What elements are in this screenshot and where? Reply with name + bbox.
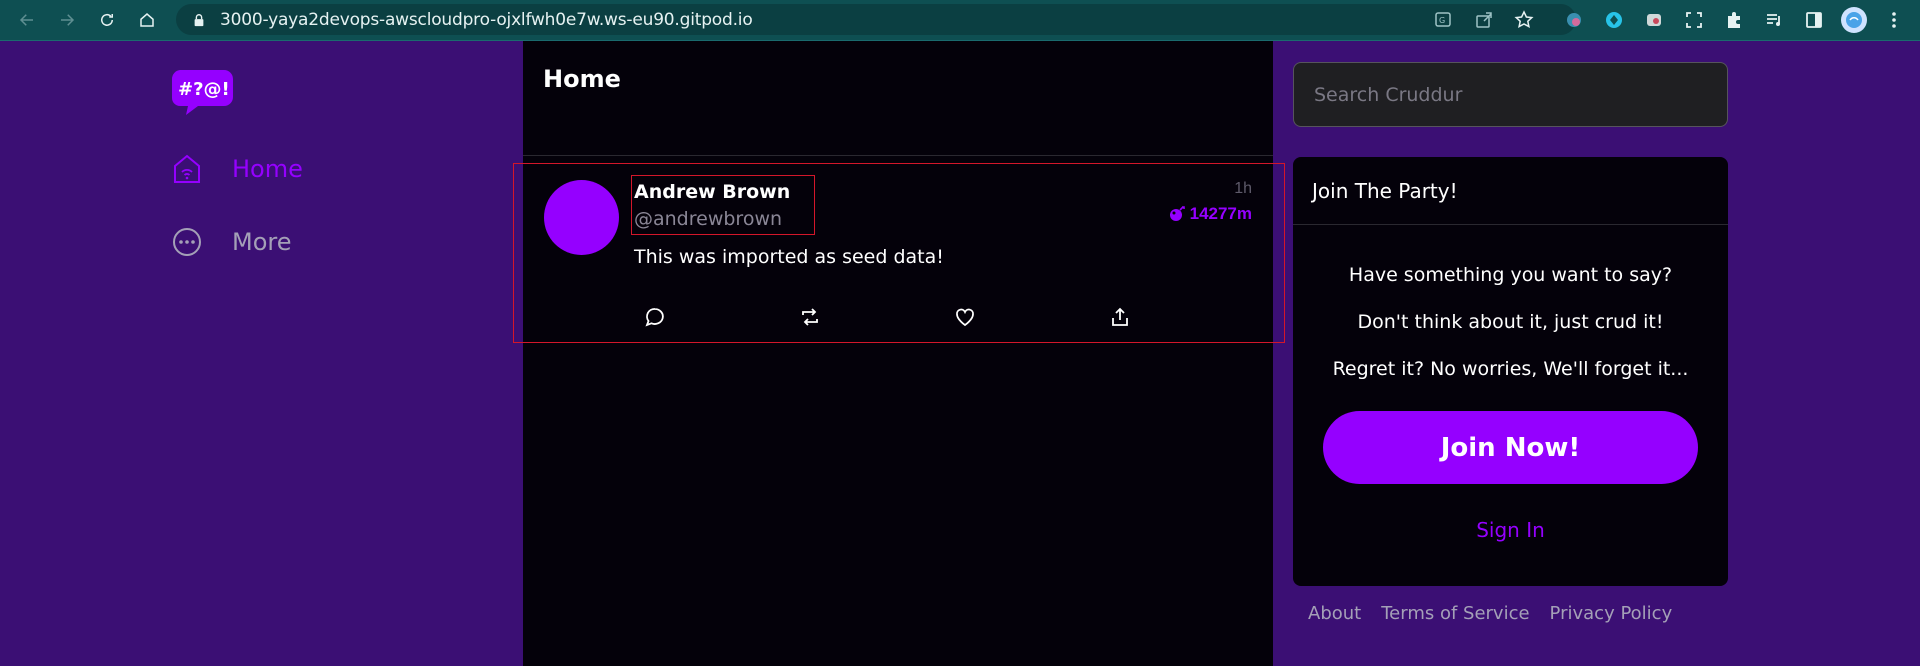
- footer-links: About Terms of Service Privacy Policy: [1308, 603, 1692, 624]
- created-time: 1h: [1234, 180, 1252, 197]
- page-title: Home: [543, 65, 621, 93]
- nav-item-more[interactable]: More: [170, 225, 292, 259]
- address-bar[interactable]: 3000-yaya2devops-awscloudpro-ojxlfwh0e7w…: [176, 4, 1576, 35]
- home-icon: [174, 154, 200, 183]
- footer-link-about[interactable]: About: [1308, 603, 1361, 624]
- browser-extensions: G: [1424, 0, 1920, 40]
- activity-identity[interactable]: Andrew Brown @andrewbrown: [631, 175, 815, 235]
- expires-badge: 14277m: [1168, 204, 1252, 224]
- activity-item[interactable]: Andrew Brown @andrewbrown 1h 14277m This…: [513, 163, 1285, 343]
- repost-icon: [802, 308, 818, 326]
- nav-item-home[interactable]: Home: [170, 152, 303, 186]
- display-name: Andrew Brown: [634, 181, 791, 203]
- bookmark-star-icon[interactable]: [1504, 0, 1544, 40]
- back-icon[interactable]: [7, 0, 47, 40]
- join-line: Have something you want to say?: [1348, 264, 1673, 286]
- extension-2-icon[interactable]: [1594, 0, 1634, 40]
- cruddur-logo[interactable]: #?@!: [172, 66, 234, 116]
- join-line: Regret it? No worries, We'll forget it..…: [1332, 358, 1689, 380]
- extensions-puzzle-icon[interactable]: [1714, 0, 1754, 40]
- url-text: 3000-yaya2devops-awscloudpro-ojxlfwh0e7w…: [220, 9, 753, 30]
- footer-link-privacy[interactable]: Privacy Policy: [1550, 603, 1673, 624]
- expires-text: 14277m: [1189, 204, 1252, 223]
- media-icon[interactable]: [1754, 0, 1794, 40]
- more-icon: [173, 228, 201, 256]
- join-party-box: Join The Party! Have something you want …: [1293, 157, 1728, 586]
- extension-3-icon[interactable]: [1634, 0, 1674, 40]
- footer-link-terms[interactable]: Terms of Service: [1381, 603, 1529, 624]
- forward-icon[interactable]: [47, 0, 87, 40]
- user-handle: @andrewbrown: [634, 208, 783, 230]
- bomb-icon: [1169, 206, 1185, 221]
- screenshot-icon[interactable]: [1674, 0, 1714, 40]
- lock-icon: [194, 13, 204, 26]
- like-icon: [956, 308, 974, 327]
- activity-actions: [644, 302, 1264, 332]
- repost-button[interactable]: [799, 302, 954, 332]
- reply-button[interactable]: [644, 302, 799, 332]
- home-feed: Home Andrew Brown @andrewbrown 1h 14277m…: [513, 41, 1285, 666]
- nav-home-label: Home: [232, 155, 303, 183]
- home-browser-icon[interactable]: [127, 0, 167, 40]
- side-panel-icon[interactable]: [1794, 0, 1834, 40]
- browser-menu-icon[interactable]: [1874, 0, 1914, 40]
- nav-more-label: More: [232, 228, 292, 256]
- extension-1-icon[interactable]: [1554, 0, 1594, 40]
- profile-avatar-icon[interactable]: [1834, 0, 1874, 40]
- logo-text: #?@!: [178, 79, 230, 100]
- activity-message: This was imported as seed data!: [634, 246, 944, 268]
- reply-icon: [645, 308, 664, 327]
- avatar[interactable]: [544, 180, 619, 255]
- translate-icon[interactable]: G: [1424, 0, 1464, 40]
- share-page-icon[interactable]: [1464, 0, 1504, 40]
- like-button[interactable]: [954, 302, 1109, 332]
- browser-toolbar: 3000-yaya2devops-awscloudpro-ojxlfwh0e7w…: [0, 0, 1920, 40]
- reload-icon[interactable]: [87, 0, 127, 40]
- join-now-button[interactable]: Join Now!: [1323, 411, 1698, 484]
- join-line: Don't think about it, just crud it!: [1357, 311, 1664, 333]
- join-header: Join The Party!: [1293, 157, 1728, 225]
- sign-in-link[interactable]: Sign In: [1293, 518, 1728, 542]
- share-icon: [1112, 307, 1128, 326]
- search-input[interactable]: [1293, 62, 1728, 127]
- feed-divider: [523, 155, 1273, 156]
- share-button[interactable]: [1109, 302, 1264, 332]
- svg-text:G: G: [1439, 16, 1445, 25]
